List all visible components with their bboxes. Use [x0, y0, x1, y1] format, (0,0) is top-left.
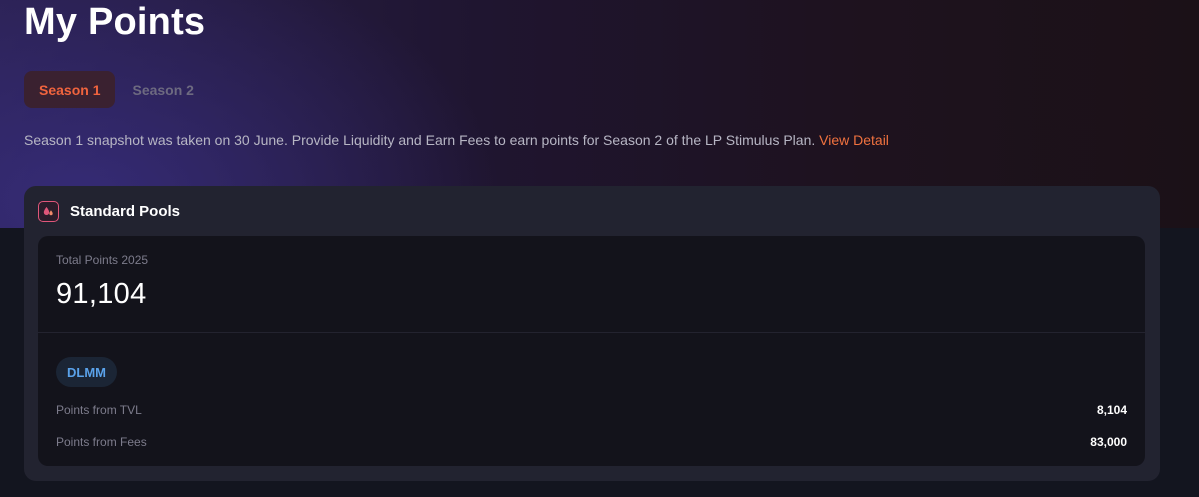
- tvl-points-value: 8,104: [1096, 403, 1127, 417]
- fees-points-value: 83,000: [1090, 435, 1127, 449]
- divider: [38, 332, 1145, 333]
- page-content: My Points Season 1 Season 2 Season 1 sna…: [0, 0, 1199, 497]
- fees-points-label: Points from Fees: [56, 435, 147, 449]
- dlmm-badge: DLMM: [56, 357, 117, 387]
- season-tabs: Season 1 Season 2: [24, 71, 209, 108]
- points-summary-panel: Total Points 2025 91,104 DLMM Points fro…: [38, 236, 1145, 466]
- season-notice: Season 1 snapshot was taken on 30 June. …: [24, 131, 889, 149]
- page-title: My Points: [24, 1, 206, 43]
- total-points-label: Total Points 2025: [56, 253, 149, 267]
- pool-drops-icon: [38, 200, 59, 222]
- notice-text: Season 1 snapshot was taken on 30 June. …: [24, 132, 816, 148]
- total-points-value: 91,104: [56, 278, 147, 310]
- card-header: Standard Pools: [38, 200, 180, 222]
- standard-pools-card: Standard Pools Total Points 2025 91,104 …: [24, 186, 1160, 481]
- tab-season-1[interactable]: Season 1: [24, 71, 116, 108]
- card-title: Standard Pools: [70, 202, 181, 220]
- tvl-points-label: Points from TVL: [56, 403, 142, 417]
- points-row-fees: Points from Fees 83,000: [56, 433, 1127, 451]
- points-row-tvl: Points from TVL 8,104: [56, 401, 1127, 419]
- view-detail-link[interactable]: View Detail: [819, 132, 889, 148]
- tab-season-2[interactable]: Season 2: [117, 71, 208, 108]
